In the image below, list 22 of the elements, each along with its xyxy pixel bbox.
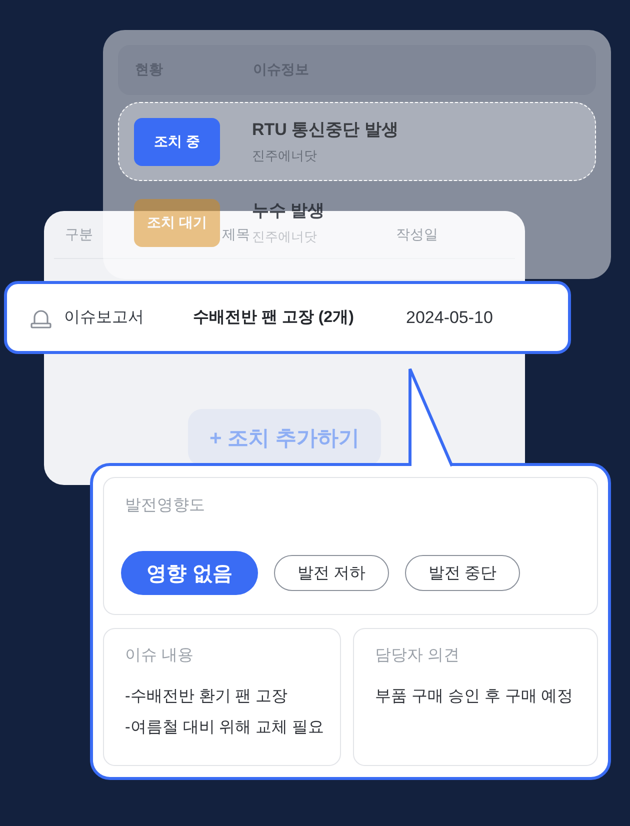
card-title: 발전영향도 [125, 496, 205, 516]
report-category: 이슈보고서 [64, 308, 145, 328]
impact-option[interactable]: 발전 저하 [274, 555, 389, 591]
status-badge: 조치 대기 [134, 198, 220, 246]
column-header: 구분 [65, 226, 93, 244]
impact-option[interactable]: 영향 없음 [121, 551, 258, 595]
card-title: 담당자 의견 [375, 646, 460, 666]
report-title: 수배전반 팬 고장 (2개) [193, 308, 355, 328]
issue-title: RTU 통신중단 발생 [252, 119, 398, 141]
issue-content-line: -수배전반 환기 팬 고장 [125, 687, 288, 707]
column-header: 작성일 [396, 226, 438, 244]
column-header: 제목 [222, 226, 250, 244]
site-name: 진주에너닷 [252, 147, 317, 165]
status-badge: 조치 중 [134, 118, 220, 166]
site-name: 진주에너닷 [252, 228, 317, 246]
impact-option[interactable]: 발전 중단 [405, 555, 520, 591]
opinion-line: 부품 구매 승인 후 구매 예정 [375, 687, 574, 707]
issue-content-line: -여름철 대비 위해 교체 필요 [125, 718, 324, 738]
report-date: 2024-05-10 [406, 308, 493, 328]
issue-row[interactable]: 조치 중 RTU 통신중단 발생 진주에너닷 [118, 102, 596, 181]
card-title: 이슈 내용 [125, 646, 194, 666]
report-row[interactable]: 이슈보고서 수배전반 팬 고장 (2개) 2024-05-10 [4, 281, 571, 354]
